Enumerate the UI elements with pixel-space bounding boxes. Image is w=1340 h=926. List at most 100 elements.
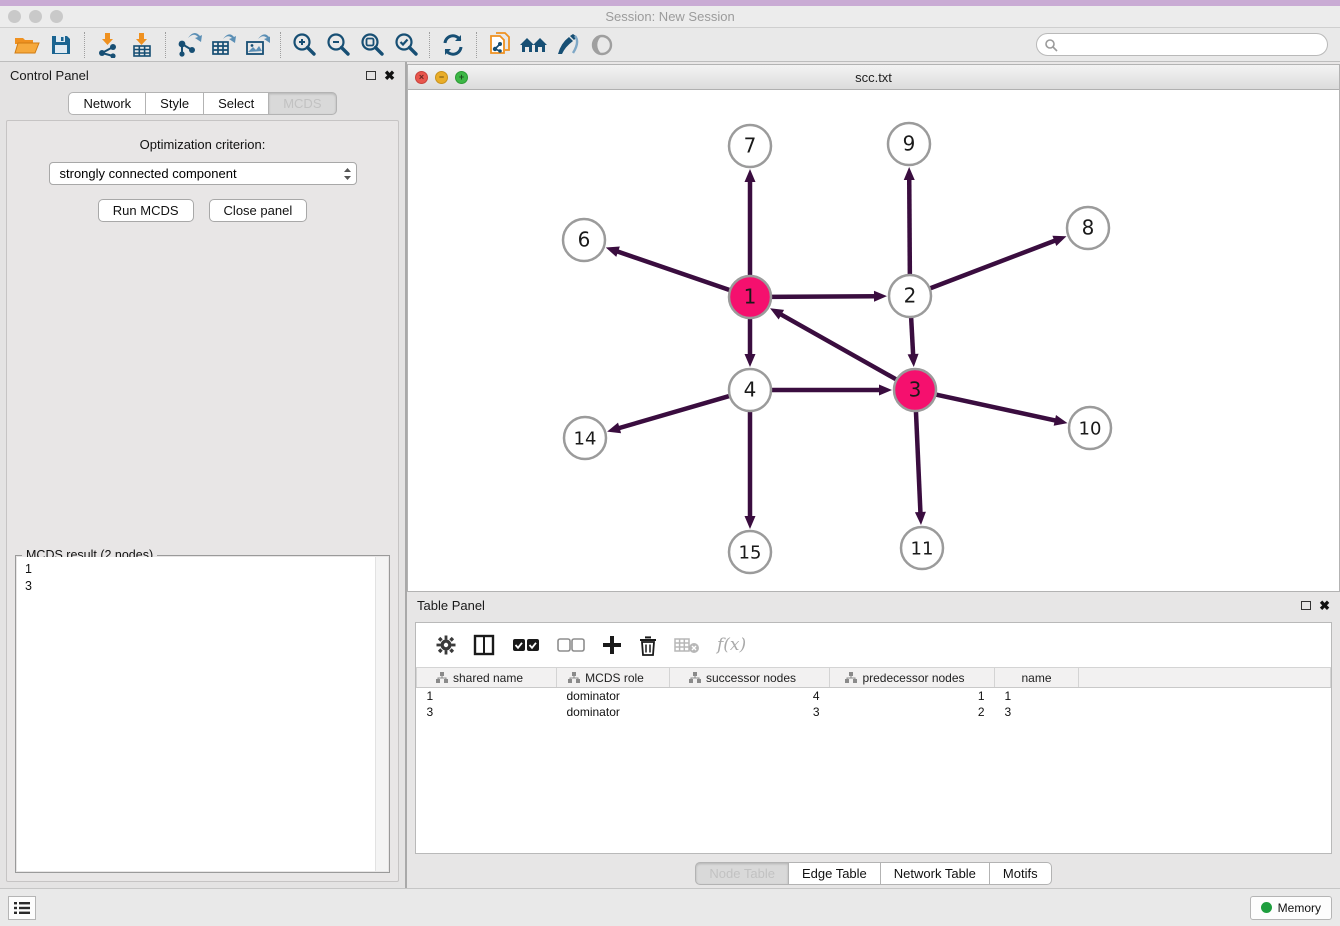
memory-button[interactable]: Memory bbox=[1250, 896, 1332, 920]
graph-edge-1-6[interactable] bbox=[616, 251, 732, 291]
table-cell[interactable]: 3 bbox=[995, 704, 1079, 720]
network-window-titlebar[interactable]: × − + scc.txt bbox=[408, 65, 1339, 90]
graph-edge-3-11[interactable] bbox=[916, 409, 921, 514]
task-history-button[interactable] bbox=[8, 896, 36, 920]
float-panel-icon[interactable] bbox=[1301, 601, 1311, 610]
table-header-row: shared name MCDS role successor nodes pr… bbox=[417, 668, 1331, 688]
table-row[interactable]: 1dominator411 bbox=[417, 688, 1331, 704]
table-cell[interactable]: 1 bbox=[995, 688, 1079, 704]
select-all-icon[interactable] bbox=[512, 638, 540, 652]
export-table-button[interactable] bbox=[206, 31, 240, 59]
table-cell[interactable]: dominator bbox=[557, 704, 670, 720]
column-mcds-role[interactable]: MCDS role bbox=[557, 668, 670, 688]
graph-edge-2-8[interactable] bbox=[928, 240, 1056, 289]
network-window-title: scc.txt bbox=[408, 70, 1339, 85]
tab-mcds[interactable]: MCDS bbox=[269, 92, 336, 115]
zoom-out-icon bbox=[325, 32, 351, 58]
network-graph[interactable]: 7968124314101511 bbox=[408, 90, 1339, 591]
graph-edge-4-14[interactable] bbox=[618, 395, 732, 428]
export-table-icon bbox=[210, 32, 236, 58]
tab-network-table[interactable]: Network Table bbox=[881, 862, 990, 885]
import-network-button[interactable] bbox=[91, 31, 125, 59]
result-scrollbar[interactable] bbox=[375, 557, 388, 871]
column-name[interactable]: name bbox=[995, 668, 1079, 688]
graph-node-label: 14 bbox=[574, 429, 597, 450]
search-box[interactable] bbox=[1036, 33, 1328, 56]
column-filler bbox=[1079, 668, 1331, 688]
table-cell[interactable]: 3 bbox=[417, 704, 557, 720]
show-columns-icon[interactable] bbox=[473, 634, 495, 656]
export-image-icon bbox=[244, 32, 270, 58]
zoom-selected-button[interactable] bbox=[389, 31, 423, 59]
export-network-button[interactable] bbox=[172, 31, 206, 59]
column-successor-nodes[interactable]: successor nodes bbox=[670, 668, 830, 688]
mcds-panel-body: Optimization criterion: strongly connect… bbox=[6, 120, 399, 882]
zoom-in-button[interactable] bbox=[287, 31, 321, 59]
mac-titlebar: Session: New Session bbox=[0, 6, 1340, 28]
control-panel: Control Panel ✖ Network Style Select MCD… bbox=[0, 62, 405, 888]
column-predecessor-nodes[interactable]: predecessor nodes bbox=[830, 668, 995, 688]
column-shared-name[interactable]: shared name bbox=[417, 668, 557, 688]
table-toolbar: f(x) bbox=[416, 623, 1331, 667]
hide-graphics-button[interactable] bbox=[585, 31, 619, 59]
float-panel-icon[interactable] bbox=[366, 71, 376, 80]
tab-select[interactable]: Select bbox=[204, 92, 269, 115]
unselect-all-icon[interactable] bbox=[557, 638, 585, 652]
tab-node-table[interactable]: Node Table bbox=[695, 862, 789, 885]
open-folder-icon bbox=[14, 34, 40, 56]
table-cell[interactable]: 4 bbox=[670, 688, 830, 704]
apply-layout-button[interactable] bbox=[436, 31, 470, 59]
table-cell[interactable]: 1 bbox=[830, 688, 995, 704]
tab-motifs[interactable]: Motifs bbox=[990, 862, 1052, 885]
show-all-networks-button[interactable] bbox=[517, 31, 551, 59]
search-icon bbox=[1044, 38, 1058, 52]
close-panel-icon[interactable]: ✖ bbox=[384, 69, 395, 82]
table-panel-title: Table Panel bbox=[417, 598, 485, 613]
run-mcds-button[interactable]: Run MCDS bbox=[98, 199, 194, 222]
clone-network-button[interactable] bbox=[483, 31, 517, 59]
graph-node-label: 8 bbox=[1082, 216, 1095, 240]
optimization-criterion-select[interactable]: strongly connected component bbox=[49, 162, 357, 185]
node-table-container: f(x) shared name MCDS role bbox=[415, 622, 1332, 854]
table-cell[interactable]: 2 bbox=[830, 704, 995, 720]
list-icon bbox=[14, 901, 30, 915]
graph-edge-2-3[interactable] bbox=[911, 315, 913, 356]
search-input[interactable] bbox=[1058, 36, 1327, 54]
export-network-icon bbox=[176, 32, 202, 58]
export-image-button[interactable] bbox=[240, 31, 274, 59]
import-table-button[interactable] bbox=[125, 31, 159, 59]
table-cell[interactable]: 1 bbox=[417, 688, 557, 704]
graph-arrowhead bbox=[904, 167, 915, 180]
tab-edge-table[interactable]: Edge Table bbox=[789, 862, 881, 885]
select-spinner-icon bbox=[343, 167, 352, 181]
toolbar-separator bbox=[84, 32, 85, 58]
table-settings-gear-icon[interactable] bbox=[436, 635, 456, 655]
graph-arrowhead bbox=[874, 291, 887, 302]
add-row-plus-icon[interactable] bbox=[602, 635, 622, 655]
toolbar-separator bbox=[165, 32, 166, 58]
tab-style[interactable]: Style bbox=[146, 92, 204, 115]
eye-icon bbox=[589, 32, 615, 58]
open-session-button[interactable] bbox=[10, 31, 44, 59]
graph-edge-3-1[interactable] bbox=[780, 314, 899, 381]
session-title: Session: New Session bbox=[0, 9, 1340, 24]
graph-arrowhead bbox=[607, 423, 621, 434]
close-panel-button[interactable]: Close panel bbox=[209, 199, 308, 222]
apply-style-button[interactable] bbox=[551, 31, 585, 59]
table-row[interactable]: 3dominator323 bbox=[417, 704, 1331, 720]
delete-row-trash-icon[interactable] bbox=[639, 635, 657, 656]
tab-network[interactable]: Network bbox=[68, 92, 146, 115]
zoom-out-button[interactable] bbox=[321, 31, 355, 59]
table-cell[interactable]: 3 bbox=[670, 704, 830, 720]
zoom-fit-button[interactable] bbox=[355, 31, 389, 59]
graph-edge-3-10[interactable] bbox=[934, 394, 1057, 421]
save-session-button[interactable] bbox=[44, 31, 78, 59]
graph-node-label: 11 bbox=[911, 539, 934, 560]
graph-edge-1-2[interactable] bbox=[769, 296, 876, 297]
close-panel-icon[interactable]: ✖ bbox=[1319, 599, 1330, 612]
graph-node-label: 9 bbox=[903, 132, 916, 156]
graph-edge-2-9[interactable] bbox=[909, 178, 910, 277]
network-canvas[interactable]: 7968124314101511 bbox=[408, 90, 1339, 591]
mcds-result-list[interactable]: 1 3 bbox=[17, 557, 388, 871]
table-cell[interactable]: dominator bbox=[557, 688, 670, 704]
